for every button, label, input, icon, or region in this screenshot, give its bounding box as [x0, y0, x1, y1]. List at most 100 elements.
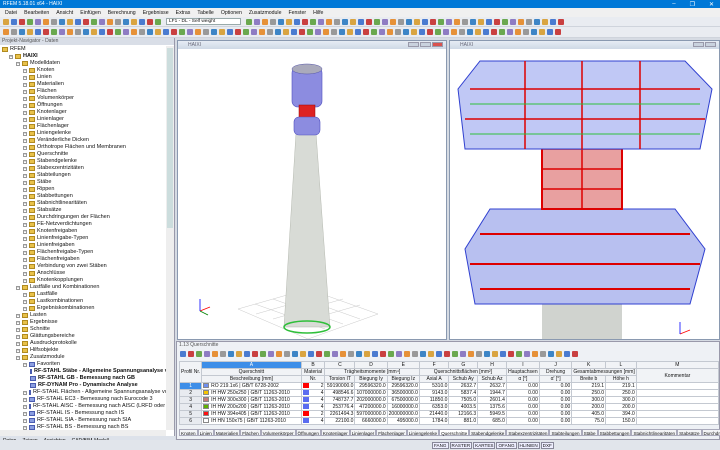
toolbar-icon[interactable]	[91, 29, 97, 35]
cell-e[interactable]: 29596320.0	[386, 382, 420, 390]
cell-c[interactable]: 22100.0	[324, 417, 356, 425]
table-toolbar-icon[interactable]	[460, 351, 466, 357]
toolbar-icon[interactable]	[243, 29, 249, 35]
tree-item[interactable]: − Linienfreigabe-Typen	[0, 235, 166, 242]
toolbar-icon[interactable]	[558, 18, 564, 25]
toolbar-icon[interactable]	[486, 18, 492, 25]
toolbar-icon[interactable]	[171, 29, 177, 35]
col-letter[interactable]: G	[448, 361, 479, 369]
tree-item[interactable]: − Lastfälle	[0, 291, 166, 298]
toolbar-icon[interactable]	[67, 18, 73, 25]
cell-material[interactable]: 4	[300, 403, 326, 411]
expand-icon[interactable]: −	[23, 250, 27, 255]
cell-d[interactable]: 597000000.0	[354, 410, 388, 418]
view-minimize-button[interactable]	[693, 42, 704, 47]
toolbar-icon[interactable]	[310, 18, 316, 25]
toolbar-icon[interactable]	[262, 18, 268, 25]
status-toggle-ofang[interactable]: OFANG	[496, 441, 517, 449]
cell-f[interactable]: 5310.0	[418, 382, 450, 390]
toolbar-icon[interactable]	[67, 29, 73, 35]
toolbar-icon[interactable]	[227, 29, 233, 35]
table-row[interactable]: 4 IH HW 200x200 | GB/T 11263-2010 4 253776.…	[178, 403, 720, 411]
cell-i[interactable]: 0.00	[505, 389, 540, 397]
tree-item[interactable]: − Glättungsbereiche	[0, 333, 166, 340]
col-letter[interactable]: A	[201, 361, 302, 369]
toolbar-icon[interactable]	[91, 18, 97, 25]
table-toolbar-icon[interactable]	[196, 351, 202, 357]
expand-icon[interactable]: −	[23, 229, 27, 234]
tree-item[interactable]: − Linienlager	[0, 116, 166, 123]
tree-item[interactable]: − Liniengelenke	[0, 130, 166, 137]
cell-k[interactable]: 405.0	[571, 410, 607, 418]
cell-l[interactable]: 250.0	[605, 389, 637, 397]
expand-icon[interactable]: −	[23, 292, 27, 297]
expand-icon[interactable]: −	[23, 103, 27, 108]
toolbar-icon[interactable]	[347, 29, 353, 35]
tree-item[interactable]: − Querschnitte	[0, 151, 166, 158]
table-tab[interactable]: Linienlager	[349, 429, 377, 436]
cell-material[interactable]: 2	[300, 382, 326, 390]
toolbar-icon[interactable]	[19, 29, 25, 35]
toolbar-icon[interactable]	[363, 29, 369, 35]
table-toolbar-icon[interactable]	[180, 351, 186, 357]
expand-icon[interactable]: −	[23, 68, 27, 73]
table-tab[interactable]: Durchdringungen	[701, 429, 720, 436]
cell-i[interactable]: 0.00	[505, 403, 540, 411]
col-letter[interactable]: B	[300, 361, 326, 369]
toolbar-icon[interactable]	[270, 18, 276, 25]
col-letter[interactable]: J	[538, 361, 573, 369]
cell-l[interactable]: 394.0	[605, 410, 637, 418]
toolbar-icon[interactable]	[555, 29, 561, 35]
toolbar-icon[interactable]	[531, 29, 537, 35]
table-toolbar-icon[interactable]	[332, 351, 338, 357]
toolbar-icon[interactable]	[315, 29, 321, 35]
cell-g[interactable]: 12166.3	[448, 410, 479, 418]
cell-h[interactable]: 1944.7	[477, 389, 507, 397]
toolbar-icon[interactable]	[107, 18, 113, 25]
tree-item[interactable]: − Schnitte	[0, 326, 166, 333]
toolbar-icon[interactable]	[254, 18, 260, 25]
tree-item[interactable]: RF-DYNAM Pro - Dynamische Analyse	[0, 382, 166, 389]
col-letter[interactable]: M	[635, 361, 720, 369]
toolbar-icon[interactable]	[507, 29, 513, 35]
expand-icon[interactable]: −	[23, 404, 27, 409]
cell-c[interactable]: 253776.4	[324, 403, 356, 411]
tree-item[interactable]: − Volumenkörper	[0, 95, 166, 102]
table-toolbar-icon[interactable]	[260, 351, 266, 357]
cell-comment[interactable]	[635, 382, 720, 390]
toolbar-icon[interactable]	[163, 29, 169, 35]
toolbar-icon[interactable]	[131, 18, 137, 25]
cell-h[interactable]: 2632.7	[477, 382, 507, 390]
expand-icon[interactable]: −	[23, 96, 27, 101]
cell-i[interactable]: 0.00	[505, 396, 540, 404]
toolbar-icon[interactable]	[374, 18, 380, 25]
toolbar-icon[interactable]	[43, 18, 49, 25]
row-number[interactable]: 6	[178, 417, 203, 425]
table-row[interactable]: 3 IH HW 300x300 | GB/T 11263-2010 4 748737.…	[178, 396, 720, 404]
table-row[interactable]: 6 IH HN 150x75 | GB/T 11263-2010 4 22100.0 6…	[178, 417, 720, 425]
expand-icon[interactable]: −	[23, 180, 27, 185]
cell-d[interactable]: 202000000.0	[354, 396, 388, 404]
table-tab[interactable]: Materialien	[213, 429, 241, 436]
tree-item[interactable]: − Stabendgelenke	[0, 158, 166, 165]
table-toolbar-icon[interactable]	[364, 351, 370, 357]
toolbar-icon[interactable]	[155, 18, 161, 25]
cell-i[interactable]: 0.00	[505, 410, 540, 418]
tree-item[interactable]: − Materialien	[0, 81, 166, 88]
expand-icon[interactable]: −	[23, 411, 27, 416]
expand-icon[interactable]: −	[23, 418, 27, 423]
toolbar-icon[interactable]	[462, 18, 468, 25]
col-letter[interactable]: H	[477, 361, 507, 369]
cell-material[interactable]: 4	[300, 389, 326, 397]
close-button[interactable]: ✕	[709, 1, 714, 8]
toolbar-icon[interactable]	[518, 18, 524, 25]
table-toolbar-icon[interactable]	[452, 351, 458, 357]
table-row[interactable]: 2 IH HW 250x250 | GB/T 11263-2010 4 498546.…	[178, 389, 720, 397]
tree-item[interactable]: − Verbindung von zwei Stäben	[0, 263, 166, 270]
tree-item[interactable]: − RF-STAHL EC3 - Bemessung nach Eurocode …	[0, 396, 166, 403]
table-toolbar-icon[interactable]	[492, 351, 498, 357]
maximize-button[interactable]: ❐	[690, 1, 695, 8]
expand-icon[interactable]: −	[23, 271, 27, 276]
table-tab[interactable]: Stabendgelenke	[469, 429, 507, 436]
cell-j[interactable]: 0.00	[538, 403, 573, 411]
